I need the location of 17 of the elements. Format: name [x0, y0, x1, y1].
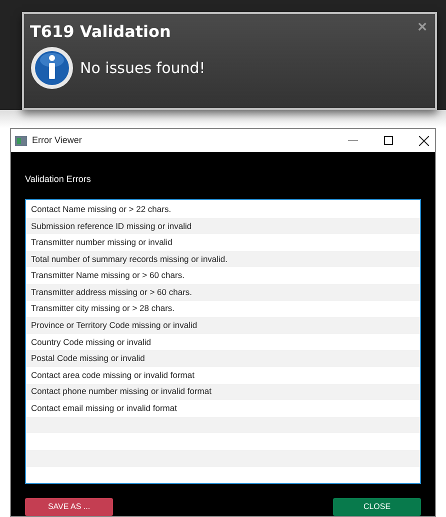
- window-title: Error Viewer: [32, 134, 82, 147]
- section-heading: Validation Errors: [25, 174, 91, 184]
- error-item[interactable]: Transmitter number missing or invalid: [31, 236, 172, 249]
- app-icon: [15, 136, 27, 146]
- error-item[interactable]: Contact area code missing or invalid format: [31, 368, 194, 382]
- error-item[interactable]: Contact Name missing or > 22 chars.: [31, 202, 172, 216]
- close-icon[interactable]: [419, 136, 429, 146]
- save-as-button[interactable]: SAVE AS ...: [25, 498, 113, 516]
- notification-message: No issues found!: [80, 58, 206, 79]
- error-item[interactable]: Transmitter city missing or > 28 chars.: [31, 302, 175, 316]
- error-item[interactable]: Country Code missing or invalid: [31, 336, 151, 348]
- info-icon: [30, 46, 74, 90]
- notification-title: T619 Validation: [30, 21, 171, 43]
- maximize-icon[interactable]: [384, 136, 393, 145]
- close-button[interactable]: CLOSE: [333, 498, 421, 516]
- error-item[interactable]: Transmitter Name missing or > 60 chars.: [31, 269, 184, 282]
- error-item[interactable]: Contact email missing or invalid format: [31, 402, 177, 415]
